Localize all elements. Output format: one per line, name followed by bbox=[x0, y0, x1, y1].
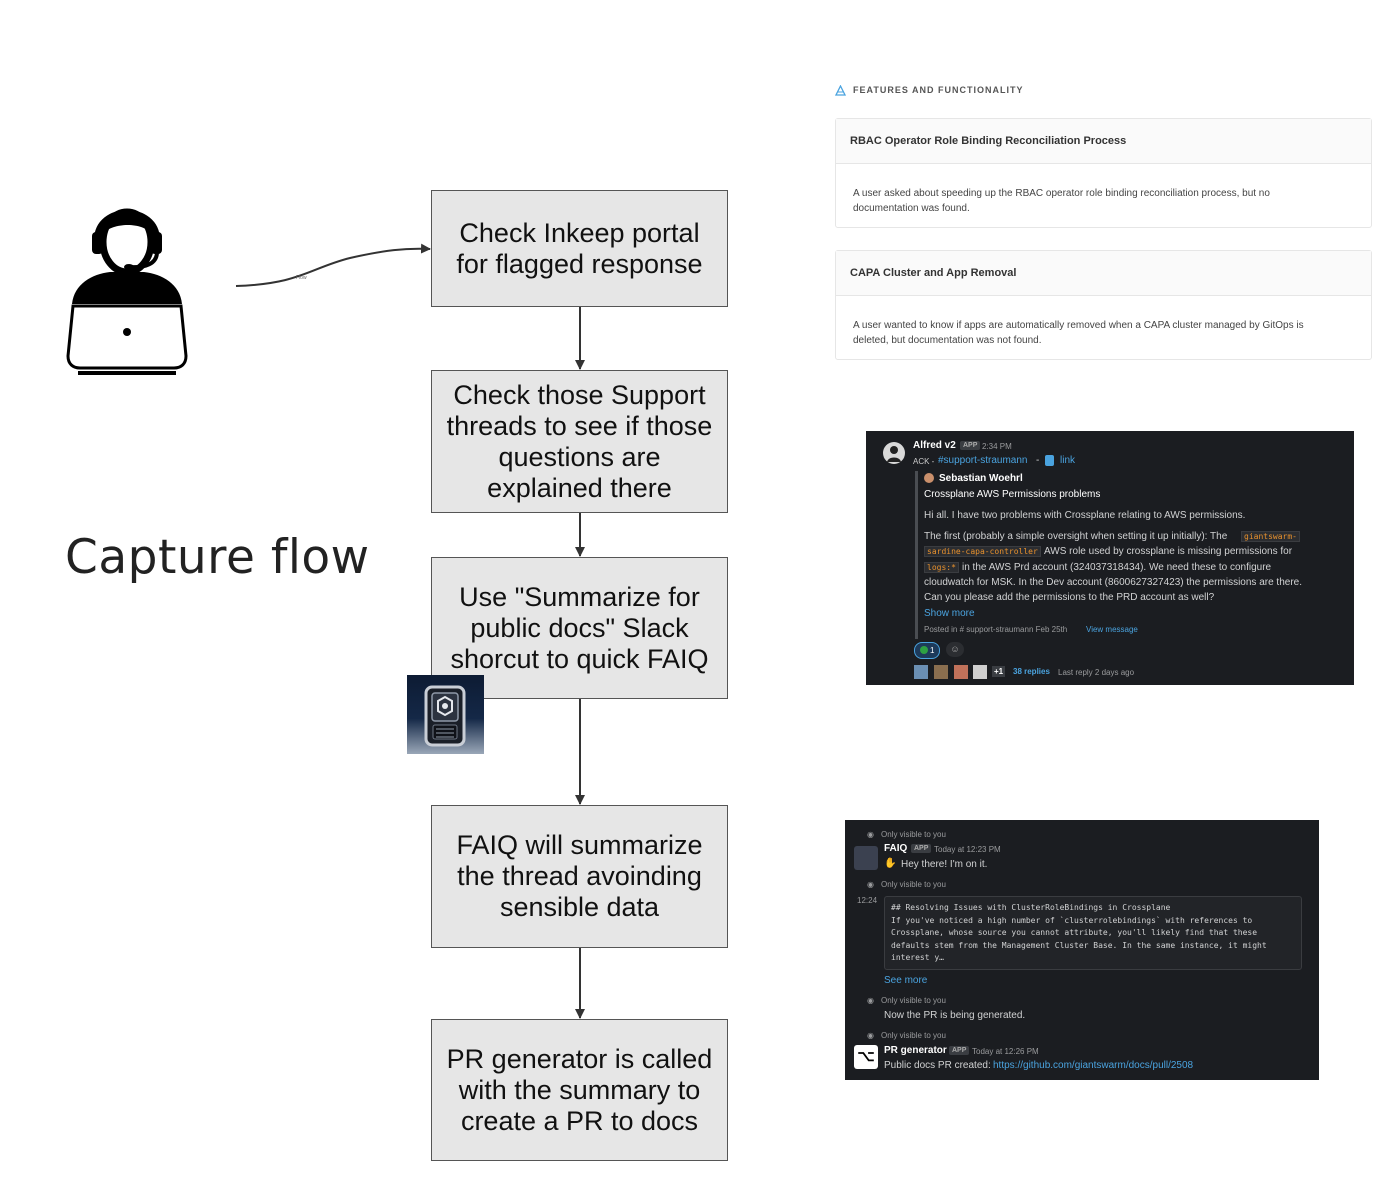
thread-line: cloudwatch for MSK. In the Dev account (… bbox=[924, 577, 1302, 588]
support-agent-icon bbox=[60, 192, 194, 383]
thread-subject: Crossplane AWS Permissions problems bbox=[924, 489, 1101, 500]
visibility-note: Only visible to you bbox=[881, 996, 946, 1005]
thread-line: Can you please add the permissions to th… bbox=[924, 592, 1215, 603]
message-time: Today at 12:23 PM bbox=[934, 845, 1001, 854]
show-more-link[interactable]: Show more bbox=[924, 608, 975, 619]
features-header-label: FEATURES AND FUNCTIONALITY bbox=[853, 85, 1024, 95]
thread-line: AWS role used by crossplane is missing p… bbox=[1044, 546, 1293, 557]
flow-step-label: Check those Support threads to see if th… bbox=[446, 379, 713, 503]
reaction[interactable]: 1 bbox=[914, 642, 941, 659]
wave-icon: ✋ bbox=[884, 858, 897, 869]
agent-to-inkeep-arrow bbox=[235, 243, 431, 287]
features-header: FEATURES AND FUNCTIONALITY bbox=[835, 82, 1371, 98]
pr-generator-name[interactable]: PR generator bbox=[884, 1045, 947, 1056]
message-link[interactable]: link bbox=[1060, 455, 1075, 466]
feature-card-description: A user wanted to know if apps are automa… bbox=[853, 320, 1304, 346]
visibility-note: Only visible to you bbox=[881, 830, 946, 839]
feature-card-description: A user asked about speeding up the RBAC … bbox=[853, 188, 1270, 214]
faiq-bot-icon bbox=[407, 675, 484, 754]
connector-label: Flow bbox=[296, 275, 307, 281]
pr-url-link[interactable]: https://github.com/giantswarm/docs/pull/… bbox=[993, 1060, 1193, 1071]
avatar bbox=[953, 665, 968, 679]
faiq-name[interactable]: FAIQ bbox=[884, 843, 907, 854]
eye-icon: ◉ bbox=[867, 880, 874, 889]
visibility-note: Only visible to you bbox=[881, 1031, 946, 1040]
quote-bar bbox=[915, 471, 918, 639]
author-name[interactable]: Sebastian Woehrl bbox=[939, 473, 1023, 484]
separator: - bbox=[1036, 455, 1040, 466]
pr-created-text: Public docs PR created: bbox=[884, 1060, 991, 1071]
faiq-greeting: Hey there! I'm on it. bbox=[901, 859, 988, 870]
doc-icon bbox=[1045, 455, 1054, 466]
extra-participants: +1 bbox=[992, 666, 1006, 677]
features-panel: FEATURES AND FUNCTIONALITY RBAC Operator… bbox=[835, 82, 1372, 360]
app-badge: APP bbox=[949, 1046, 970, 1055]
slack-thread-screenshot: Alfred v2 APP 2:34 PM ACK - #support-str… bbox=[866, 431, 1354, 685]
generating-status: Now the PR is being generated. bbox=[884, 1010, 1026, 1021]
faiq-avatar bbox=[854, 846, 878, 870]
eye-icon: ◉ bbox=[867, 830, 874, 839]
last-reply: Last reply 2 days ago bbox=[1058, 668, 1135, 677]
app-badge: APP bbox=[960, 441, 981, 450]
flow-step-label: PR generator is called with the summary … bbox=[446, 1043, 713, 1136]
flow-step-pr-generator: PR generator is called with the summary … bbox=[431, 1019, 728, 1161]
slack-faiq-screenshot: ◉ Only visible to you FAIQ APP Today at … bbox=[845, 820, 1319, 1080]
message-time: Today at 12:26 PM bbox=[972, 1047, 1039, 1056]
flow-step-check-inkeep: Check Inkeep portal for flagged response bbox=[431, 190, 728, 307]
slack-bot-name[interactable]: Alfred v2 bbox=[913, 440, 956, 451]
eye-icon: ◉ bbox=[867, 996, 874, 1005]
author-avatar bbox=[924, 473, 934, 483]
avatar bbox=[914, 665, 928, 679]
alfred-avatar bbox=[882, 441, 906, 468]
thread-line: The first (probably a simple oversight w… bbox=[924, 531, 1228, 542]
inline-code: sardine-capa-controller bbox=[924, 546, 1041, 557]
view-message-link[interactable]: View message bbox=[1086, 625, 1138, 634]
message-time: 2:34 PM bbox=[982, 442, 1012, 451]
reaction-count: 1 bbox=[930, 646, 935, 655]
diagram-title: Capture flow bbox=[65, 530, 370, 585]
eye-icon: ◉ bbox=[867, 1031, 874, 1040]
avatar bbox=[933, 665, 948, 679]
summary-code-block: ## Resolving Issues with ClusterRoleBind… bbox=[884, 896, 1302, 970]
flow-step-label: FAIQ will summarize the thread avoinding… bbox=[456, 830, 703, 922]
add-reaction-icon[interactable]: ☺ bbox=[946, 642, 964, 657]
flow-step-label: Use "Summarize for public docs" Slack sh… bbox=[450, 581, 709, 674]
see-more-link[interactable]: See more bbox=[884, 975, 927, 986]
features-icon bbox=[835, 84, 846, 96]
replies-link[interactable]: 38 replies bbox=[1013, 667, 1050, 676]
visibility-note: Only visible to you bbox=[881, 880, 946, 889]
posted-in: Posted in # support-straumann Feb 25th bbox=[924, 625, 1068, 634]
reaction-emoji-icon bbox=[920, 646, 928, 654]
reply-avatars bbox=[914, 665, 990, 682]
feature-card[interactable]: RBAC Operator Role Binding Reconciliatio… bbox=[835, 118, 1372, 228]
message-time: 12:24 bbox=[857, 896, 878, 905]
feature-card[interactable]: CAPA Cluster and App Removal A user want… bbox=[835, 250, 1372, 360]
channel-link[interactable]: #support-straumann bbox=[938, 455, 1028, 466]
feature-card-title: CAPA Cluster and App Removal bbox=[836, 251, 1371, 296]
ack-prefix: ACK - bbox=[913, 457, 935, 466]
inline-code: giantswarm- bbox=[1241, 531, 1300, 542]
flow-step-check-threads: Check those Support threads to see if th… bbox=[431, 370, 728, 513]
flow-step-label: Check Inkeep portal for flagged response bbox=[456, 217, 703, 279]
avatar bbox=[973, 665, 988, 679]
app-badge: APP bbox=[911, 844, 932, 853]
pr-generator-icon: ⌥ bbox=[854, 1045, 878, 1069]
flow-step-faiq-summarize: FAIQ will summarize the thread avoinding… bbox=[431, 805, 728, 948]
thread-line: Hi all. I have two problems with Crosspl… bbox=[924, 510, 1246, 521]
thread-line: in the AWS Prd account (324037318434). W… bbox=[962, 562, 1272, 573]
feature-card-title: RBAC Operator Role Binding Reconciliatio… bbox=[836, 119, 1371, 164]
inline-code: logs:* bbox=[924, 562, 959, 573]
